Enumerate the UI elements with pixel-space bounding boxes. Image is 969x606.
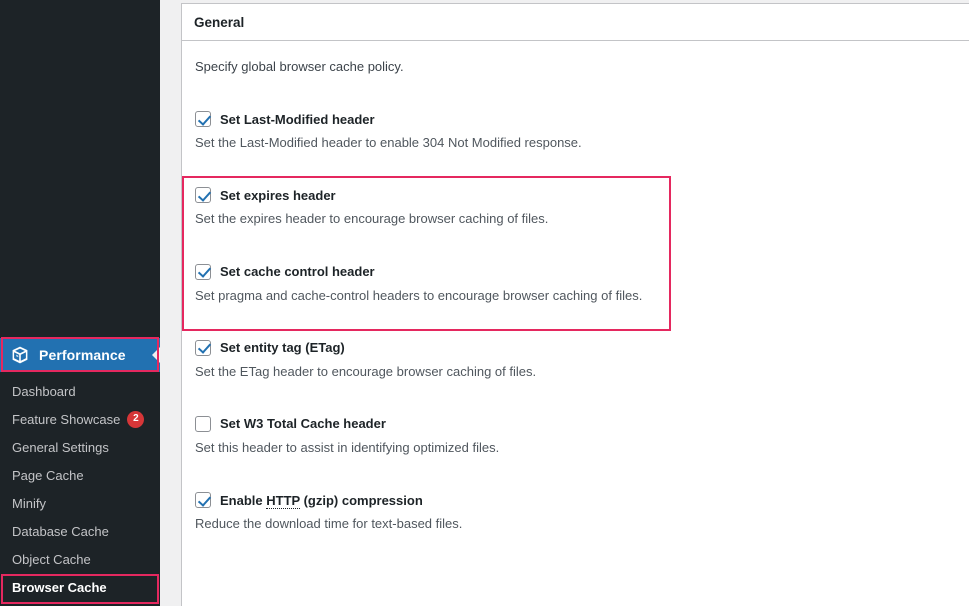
sidebar-item-browser-cache[interactable]: Browser Cache (0, 573, 160, 601)
field-set-expires-header: Set expires header Set the expires heade… (194, 186, 957, 228)
checkbox-row[interactable]: Set expires header (195, 186, 957, 204)
checkbox-label: Set W3 Total Cache header (220, 416, 386, 432)
checkbox-row[interactable]: Set entity tag (ETag) (195, 339, 957, 357)
sidebar-top-spacer (0, 0, 160, 338)
label-prefix: Enable (220, 492, 267, 508)
sidebar-item-label: Database Cache (12, 523, 109, 539)
sidebar-item-label: General Settings (12, 439, 109, 455)
chevron-left-icon[interactable] (152, 347, 160, 363)
sidebar-item-dashboard[interactable]: Dashboard (0, 377, 160, 405)
http-abbreviation: HTTP (266, 492, 300, 509)
sidebar-item-object-cache[interactable]: Object Cache (0, 545, 160, 573)
sidebar-item-label: Browser Cache (12, 579, 107, 595)
field-set-w3-total-cache-header: Set W3 Total Cache header Set this heade… (194, 415, 957, 457)
status-badge: 2 (127, 410, 145, 428)
sidebar-item-label: Page Cache (12, 467, 84, 483)
settings-panel: General Specify global browser cache pol… (181, 3, 969, 606)
field-set-last-modified-header: Set Last-Modified header Set the Last-Mo… (194, 110, 957, 152)
panel-description: Specify global browser cache policy. (195, 59, 404, 74)
checkbox-set-entity-tag[interactable] (195, 339, 211, 356)
sidebar-item-label: Minify (12, 495, 46, 511)
field-set-entity-tag: Set entity tag (ETag) Set the ETag heade… (194, 339, 957, 381)
checkbox-enable-http-compression[interactable] (195, 492, 211, 509)
checkbox-label: Enable HTTP (gzip) compression (220, 492, 423, 509)
page-title: General (194, 14, 245, 30)
field-description: Reduce the download time for text-based … (195, 516, 463, 532)
checkbox-row[interactable]: Set W3 Total Cache header (195, 415, 957, 433)
panel-body: Specify global browser cache policy. Set… (182, 41, 969, 533)
checkbox-label: Set Last-Modified header (220, 111, 375, 127)
checkbox-label: Set entity tag (ETag) (220, 340, 345, 356)
cube-icon (10, 345, 30, 365)
sidebar-item-page-cache[interactable]: Page Cache (0, 461, 160, 489)
field-description: Set this header to assist in identifying… (195, 439, 500, 455)
sidebar-item-performance[interactable]: Performance (0, 338, 160, 372)
sidebar-item-feature-showcase[interactable]: Feature Showcase 2 (0, 405, 160, 433)
field-description: Set the Last-Modified header to enable 3… (195, 135, 582, 151)
field-description: Set the ETag header to encourage browser… (195, 363, 537, 379)
label-suffix: (gzip) compression (299, 492, 423, 508)
panel-header: General (182, 4, 969, 41)
checkbox-label: Set cache control header (220, 264, 375, 280)
admin-screen: Performance Dashboard Feature Showcase 2… (0, 0, 969, 606)
sidebar-item-label: Dashboard (12, 383, 76, 399)
sidebar-item-general-settings[interactable]: General Settings (0, 433, 160, 461)
sidebar-item-database-cache[interactable]: Database Cache (0, 517, 160, 545)
checkbox-row[interactable]: Set cache control header (195, 263, 957, 281)
checkbox-set-expires-header[interactable] (195, 187, 211, 204)
sidebar-item-label: Feature Showcase (12, 411, 121, 427)
checkbox-set-last-modified-header[interactable] (195, 111, 211, 128)
field-description: Set the expires header to encourage brow… (195, 211, 549, 227)
field-set-cache-control-header: Set cache control header Set pragma and … (194, 263, 957, 305)
sidebar-item-minify[interactable]: Minify (0, 489, 160, 517)
sidebar-menu-label: Performance (39, 347, 126, 363)
checkbox-label: Set expires header (220, 187, 336, 203)
field-description: Set pragma and cache-control headers to … (195, 287, 643, 303)
admin-sidebar: Performance Dashboard Feature Showcase 2… (0, 0, 160, 606)
sidebar-item-label: Object Cache (12, 551, 91, 567)
checkbox-set-w3-total-cache-header[interactable] (195, 415, 211, 432)
field-enable-http-compression: Enable HTTP (gzip) compression Reduce th… (194, 491, 957, 533)
sidebar-submenu: Dashboard Feature Showcase 2 General Set… (0, 372, 160, 601)
checkbox-set-cache-control-header[interactable] (195, 263, 211, 280)
checkbox-row[interactable]: Enable HTTP (gzip) compression (195, 491, 957, 509)
checkbox-row[interactable]: Set Last-Modified header (195, 110, 957, 128)
